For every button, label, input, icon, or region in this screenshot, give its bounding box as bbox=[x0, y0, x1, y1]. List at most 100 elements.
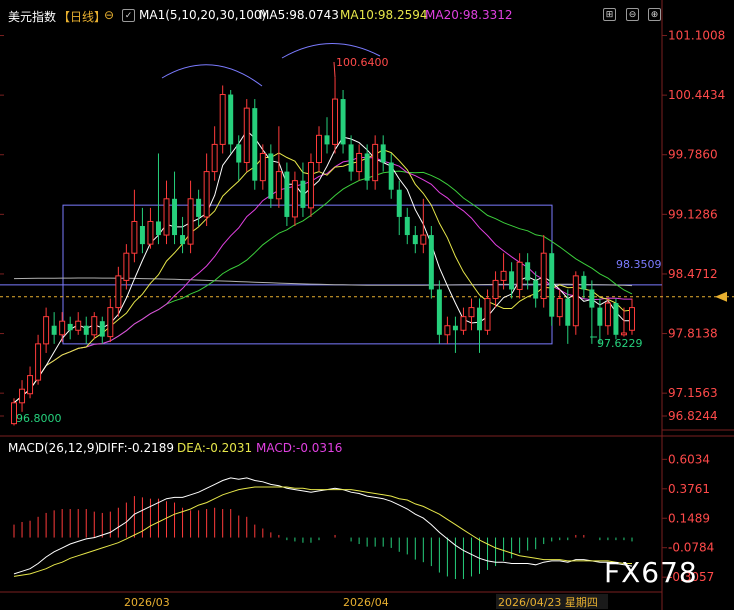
price-tick-label: 98.4712 bbox=[668, 267, 718, 281]
time-tick-label: 2026/03 bbox=[124, 596, 170, 609]
candle-body-up bbox=[332, 98, 339, 145]
high-price-label: 100.6400 bbox=[336, 56, 389, 69]
watermark-logo: FX678 bbox=[604, 556, 698, 589]
candle-body-down bbox=[139, 226, 145, 245]
candle-body-down bbox=[236, 144, 242, 163]
candle-body-down bbox=[428, 235, 434, 290]
price-tick-label: 99.1286 bbox=[668, 207, 718, 221]
crosshair-icon[interactable]: ⊞ bbox=[603, 8, 616, 21]
candle-body-down bbox=[364, 153, 370, 181]
candle-body-down bbox=[404, 216, 410, 236]
candle-body-up bbox=[75, 320, 82, 331]
candle-body-down bbox=[67, 323, 73, 331]
price-tick-label: 100.4434 bbox=[668, 88, 725, 102]
candle-body-down bbox=[581, 275, 587, 290]
candle-body-up bbox=[484, 298, 491, 331]
candle-body-down bbox=[597, 307, 603, 326]
chart-title: 美元指数 bbox=[8, 10, 57, 24]
candle-body-up bbox=[628, 307, 635, 331]
candle-body-up bbox=[444, 325, 451, 336]
ma20-value: MA20:98.3312 bbox=[425, 8, 513, 22]
zoom-out-icon[interactable]: ⊖ bbox=[626, 8, 639, 21]
candle-body-up bbox=[115, 275, 122, 309]
price-tick-label: 101.1008 bbox=[668, 29, 725, 43]
candle-body-up bbox=[211, 143, 218, 173]
macd-value: MACD:-0.0316 bbox=[256, 441, 343, 455]
macd-tick-label: -0.0784 bbox=[668, 541, 714, 555]
candle-body-up bbox=[147, 220, 154, 245]
candle-body-up bbox=[540, 252, 547, 300]
candle-body-up bbox=[572, 275, 579, 327]
chart-period[interactable]: 【日线】 bbox=[58, 8, 106, 25]
candle-body-down bbox=[324, 135, 330, 145]
macd-tick-label: 0.6034 bbox=[668, 452, 710, 466]
macd-label: MACD(26,12,9) bbox=[8, 441, 100, 455]
candle-body-up bbox=[219, 94, 226, 145]
last-price-label: 98.3509 bbox=[616, 258, 662, 271]
candle-body-up bbox=[291, 180, 298, 218]
price-tick-label: 97.1563 bbox=[668, 386, 718, 400]
ma5-line bbox=[13, 130, 632, 404]
zoom-in-icon[interactable]: ⊕ bbox=[648, 8, 661, 21]
macd-tick-label: 0.1489 bbox=[668, 511, 710, 525]
candle-body-up bbox=[107, 307, 114, 338]
price-tick-label: 99.7860 bbox=[668, 148, 718, 162]
candle-body-up bbox=[243, 107, 250, 164]
candle-body-down bbox=[477, 307, 482, 331]
candle-body-down bbox=[436, 289, 442, 335]
candle-body-down bbox=[509, 271, 515, 290]
ma10-value: MA10:98.2594 bbox=[340, 8, 428, 22]
candle-body-down bbox=[549, 253, 555, 317]
candle-body-down bbox=[525, 262, 531, 281]
candle-body-down bbox=[155, 221, 161, 236]
period-toggle-icon[interactable]: ⊖ bbox=[104, 8, 114, 22]
candle-body-up bbox=[35, 343, 42, 381]
candle-body-down bbox=[348, 144, 354, 172]
candle-body-down bbox=[565, 298, 571, 326]
candle-body-up bbox=[187, 198, 194, 245]
top-arc-annotation bbox=[161, 64, 263, 87]
candle-body-down bbox=[180, 235, 186, 245]
macd-diff-line bbox=[13, 477, 633, 575]
candle-body-down bbox=[412, 235, 418, 245]
candle-body-down bbox=[533, 280, 539, 299]
candle-body-down bbox=[51, 325, 57, 335]
macd-dea-line bbox=[13, 486, 632, 577]
candle-body-down bbox=[252, 108, 258, 181]
chart-stage: 101.1008 100.4434 99.7860 99.1286 98.4712 97.… bbox=[0, 0, 734, 610]
candle-body-up bbox=[123, 252, 130, 281]
macd-dea: DEA:-0.2031 bbox=[177, 441, 253, 455]
candle-body-down bbox=[589, 289, 595, 308]
settings-checkbox-icon[interactable]: ✓ bbox=[122, 9, 135, 22]
candle-body-down bbox=[99, 321, 105, 337]
candle-body-up bbox=[315, 134, 322, 164]
candle-body-down bbox=[196, 198, 202, 217]
recent-low-label: 97.6229 bbox=[597, 337, 643, 350]
candle-body-up bbox=[372, 143, 379, 182]
candle-body-up bbox=[259, 152, 266, 182]
candle-body-down bbox=[300, 180, 306, 208]
candle-body-up bbox=[163, 198, 170, 236]
macd-diff: DIFF:-0.2189 bbox=[98, 441, 175, 455]
candle-body-down bbox=[380, 144, 386, 163]
ma-label: MA1(5,10,20,30,100) bbox=[139, 8, 267, 22]
candle-body-up bbox=[500, 270, 507, 281]
candle-body-down bbox=[340, 99, 346, 145]
kline-chart: 101.1008 100.4434 99.7860 99.1286 98.4712 97.… bbox=[0, 0, 734, 610]
candle-body-up bbox=[620, 332, 627, 336]
candle-body-up bbox=[131, 220, 138, 254]
candle-body-up bbox=[604, 302, 611, 327]
candle-body-down bbox=[268, 153, 274, 199]
candle-body-up bbox=[43, 316, 50, 345]
candle-body-up bbox=[420, 234, 427, 245]
candle-body-down bbox=[388, 162, 394, 190]
ma5-value: MA5:98.0743 bbox=[259, 8, 339, 22]
candle-body-up bbox=[468, 307, 475, 318]
candle-body-down bbox=[396, 189, 402, 217]
candle-body-up bbox=[91, 316, 98, 336]
ma20-line bbox=[13, 156, 632, 404]
candle-body-up bbox=[27, 375, 34, 395]
macd-tick-label: 0.3761 bbox=[668, 482, 710, 496]
candle-body-up bbox=[59, 320, 66, 336]
candle-body-up bbox=[307, 162, 314, 209]
